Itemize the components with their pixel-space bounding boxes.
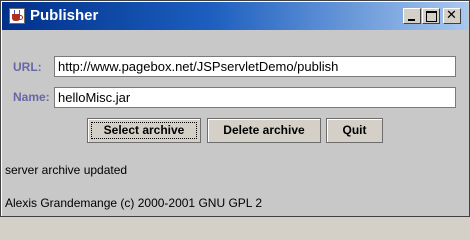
close-button[interactable]: ✕ [443, 8, 461, 24]
copyright-text: Alexis Grandemange (c) 2000-2001 GNU GPL… [5, 196, 263, 210]
title-bar[interactable]: Publisher ✕ [2, 2, 468, 30]
java-cup-icon[interactable] [9, 8, 25, 24]
quit-button[interactable]: Quit [326, 118, 383, 143]
url-input[interactable]: http://www.pagebox.net/JSPservletDemo/pu… [54, 56, 456, 77]
delete-archive-button[interactable]: Delete archive [207, 118, 321, 143]
maximize-icon [426, 11, 437, 22]
quit-label: Quit [342, 123, 367, 137]
delete-archive-label: Delete archive [223, 123, 305, 137]
publisher-window: Publisher ✕ URL: http://www.pagebox.net/… [0, 0, 470, 217]
name-label: Name: [13, 90, 50, 104]
focus-ring [91, 122, 197, 139]
name-input[interactable]: helloMisc.jar [54, 87, 456, 108]
status-message: server archive updated [5, 163, 128, 177]
minimize-icon [408, 19, 415, 21]
maximize-button[interactable] [422, 8, 440, 24]
minimize-button[interactable] [403, 8, 421, 24]
select-archive-button[interactable]: Select archive [87, 118, 201, 143]
window-title: Publisher [30, 7, 99, 24]
url-label: URL: [13, 60, 42, 74]
close-icon: ✕ [446, 8, 457, 23]
